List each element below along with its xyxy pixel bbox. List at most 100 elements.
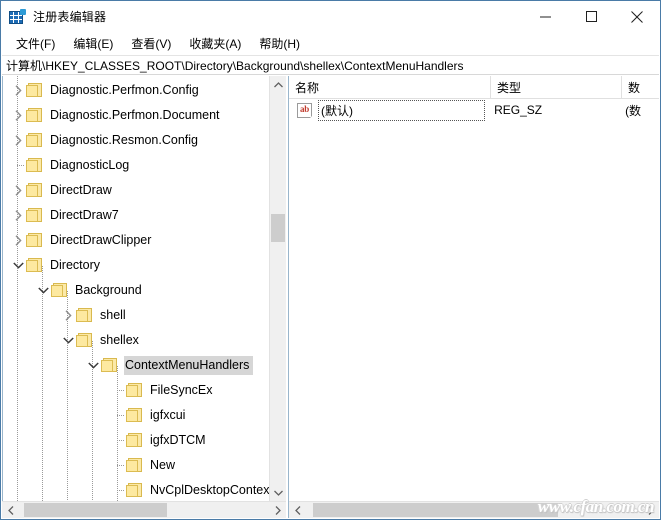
ab-string-value-icon: ab	[297, 102, 315, 118]
folder-icon	[126, 458, 143, 473]
address-bar[interactable]: 计算机\HKEY_CLASSES_ROOT\Directory\Backgrou…	[2, 55, 659, 75]
chevron-right-icon[interactable]	[10, 228, 26, 253]
tree-item-label: New	[150, 458, 176, 472]
tree-item-label: FileSyncEx	[150, 383, 213, 397]
list-rows: ab (默认) REG_SZ (数	[289, 99, 659, 501]
tree-vscroll-thumb[interactable]	[271, 214, 285, 242]
tree-item-label: Directory	[50, 258, 101, 272]
tree-item[interactable]: igfxDTCM	[3, 428, 269, 453]
tree-item-label: DirectDraw	[50, 183, 112, 197]
tree-item[interactable]: DirectDraw7	[3, 203, 269, 228]
tree-item[interactable]: shell	[3, 303, 269, 328]
folder-icon	[26, 183, 43, 198]
tree-node-list: Diagnostic.Perfmon.Config Diagnostic.Perf…	[3, 76, 269, 501]
folder-icon	[26, 133, 43, 148]
tree-horizontal-scrollbar[interactable]	[2, 501, 286, 518]
tree-leaf-spacer	[10, 153, 26, 178]
tree-hscroll-track[interactable]	[19, 502, 269, 518]
tree-vertical-scrollbar[interactable]	[269, 76, 286, 501]
tree-item[interactable]: Diagnostic.Perfmon.Document	[3, 103, 269, 128]
folder-icon	[26, 83, 43, 98]
tree-item[interactable]: DirectDrawClipper	[3, 228, 269, 253]
menu-item-view[interactable]: 查看(V)	[122, 33, 180, 54]
split-panes: Diagnostic.Perfmon.Config Diagnostic.Perf…	[1, 75, 660, 519]
tree-item-label: DiagnosticLog	[50, 158, 130, 172]
folder-icon	[126, 433, 143, 448]
chevron-down-icon[interactable]	[85, 353, 101, 378]
window-controls	[522, 1, 660, 32]
tree-scroll-viewport: Diagnostic.Perfmon.Config Diagnostic.Perf…	[3, 76, 269, 501]
folder-icon	[126, 483, 143, 498]
tree-item-label: Diagnostic.Resmon.Config	[50, 133, 198, 147]
tree-item[interactable]: Diagnostic.Perfmon.Config	[3, 78, 269, 103]
value-name-cell: (默认)	[318, 99, 486, 121]
close-button[interactable]	[614, 1, 660, 32]
tree-item[interactable]: DirectDraw	[3, 178, 269, 203]
tree-item[interactable]: DiagnosticLog	[3, 153, 269, 178]
chevron-right-icon[interactable]	[10, 78, 26, 103]
tree-leaf-spacer	[110, 428, 126, 453]
list-horizontal-scrollbar[interactable]	[289, 501, 659, 518]
chevron-down-icon[interactable]	[35, 278, 51, 303]
tree-item-label: ContextMenuHandlers	[124, 356, 254, 375]
tree-item[interactable]: Background	[3, 278, 269, 303]
column-header-type[interactable]: 类型	[491, 76, 622, 98]
scroll-up-arrow-icon[interactable]	[270, 76, 286, 93]
folder-icon	[126, 383, 143, 398]
folder-icon	[51, 283, 68, 298]
minimize-button[interactable]	[522, 1, 568, 32]
tree-hscroll-thumb[interactable]	[24, 503, 167, 517]
value-data-cell: (数	[625, 103, 642, 118]
tree-item[interactable]: NvCplDesktopContext	[3, 478, 269, 501]
folder-icon	[26, 208, 43, 223]
folder-icon	[76, 333, 93, 348]
chevron-right-icon[interactable]	[10, 203, 26, 228]
menu-item-edit[interactable]: 编辑(E)	[64, 33, 122, 54]
list-column-headers: 名称 类型数	[289, 76, 659, 99]
tree-item-label: DirectDrawClipper	[50, 233, 152, 247]
column-header-name[interactable]: 名称	[289, 76, 491, 98]
maximize-button[interactable]	[568, 1, 614, 32]
chevron-right-icon[interactable]	[10, 103, 26, 128]
tree-item-label: igfxDTCM	[150, 433, 206, 447]
value-type-cell: REG_SZ	[494, 103, 543, 117]
tree-leaf-spacer	[110, 453, 126, 478]
folder-icon	[26, 233, 43, 248]
folder-icon	[26, 158, 43, 173]
chevron-down-icon[interactable]	[10, 253, 26, 278]
value-row[interactable]: ab (默认) REG_SZ (数	[289, 99, 659, 121]
tree-item-label: Background	[75, 283, 142, 297]
chevron-right-icon[interactable]	[10, 128, 26, 153]
tree-item[interactable]: FileSyncEx	[3, 378, 269, 403]
tree-item-label: Diagnostic.Perfmon.Document	[50, 108, 220, 122]
scroll-left-arrow-icon[interactable]	[2, 502, 19, 518]
tree-item[interactable]: Directory	[3, 253, 269, 278]
tree-item-label: shellex	[100, 333, 139, 347]
scroll-right-arrow-icon[interactable]	[642, 502, 659, 518]
menu-item-file[interactable]: 文件(F)	[7, 33, 64, 54]
chevron-right-icon[interactable]	[60, 303, 76, 328]
tree-item[interactable]: Diagnostic.Resmon.Config	[3, 128, 269, 153]
address-path-text: 计算机\HKEY_CLASSES_ROOT\Directory\Backgrou…	[6, 58, 464, 73]
menu-item-help[interactable]: 帮助(H)	[250, 33, 309, 54]
menu-item-favorites[interactable]: 收藏夹(A)	[180, 33, 250, 54]
tree-item[interactable]: New	[3, 453, 269, 478]
tree-item-label: NvCplDesktopContext	[150, 483, 269, 497]
tree-leaf-spacer	[110, 403, 126, 428]
title-bar: 注册表编辑器	[1, 1, 660, 32]
chevron-right-icon[interactable]	[10, 178, 26, 203]
folder-icon	[26, 108, 43, 123]
menu-bar: 文件(F) 编辑(E) 查看(V) 收藏夹(A) 帮助(H)	[1, 32, 660, 55]
tree-vscroll-track[interactable]	[270, 93, 286, 484]
tree-item[interactable]: shellex	[3, 328, 269, 353]
list-hscroll-thumb[interactable]	[312, 503, 558, 517]
scroll-right-arrow-icon[interactable]	[269, 502, 286, 518]
column-header-data[interactable]: 数	[622, 76, 661, 98]
chevron-down-icon[interactable]	[60, 328, 76, 353]
tree-item[interactable]: igfxcui	[3, 403, 269, 428]
scroll-left-arrow-icon[interactable]	[289, 502, 306, 518]
tree-item[interactable]: ContextMenuHandlers	[3, 353, 269, 378]
scroll-down-arrow-icon[interactable]	[270, 484, 286, 501]
tree-item-label: DirectDraw7	[50, 208, 119, 222]
list-hscroll-track[interactable]	[306, 502, 642, 518]
